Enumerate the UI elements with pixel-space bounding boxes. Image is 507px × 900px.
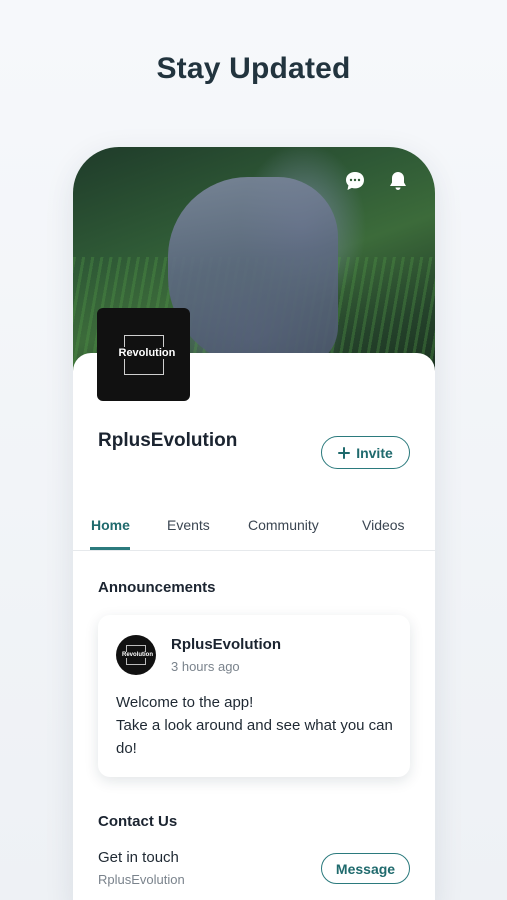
phone-screen: Revolution RplusEvolution Invite Home Ev… [73,147,435,900]
post-body-line-2: Take a look around and see what you can … [116,717,393,757]
message-button[interactable]: Message [321,853,410,884]
post-timestamp: 3 hours ago [171,659,240,674]
contact-name: RplusEvolution [98,872,185,887]
announcements-title: Announcements [98,579,216,596]
tab-bar: Home Events Community Videos [73,507,435,551]
post-body: Welcome to the app! Take a look around a… [116,691,396,760]
logo-text: Revolution [117,346,177,359]
active-tab-indicator [90,547,130,550]
invite-label: Invite [356,444,393,461]
logo-frame: Revolution [117,334,177,375]
tab-home[interactable]: Home [91,517,130,533]
avatar: Revolution [116,635,156,675]
post-author: RplusEvolution [171,636,281,653]
contact-title: Contact Us [98,813,178,830]
site-name: RplusEvolution [98,430,238,451]
announcement-post[interactable]: Revolution RplusEvolution 3 hours ago We… [98,615,410,777]
tab-events[interactable]: Events [167,517,210,533]
cover-dog [168,177,338,367]
tab-videos[interactable]: Videos [362,517,405,533]
chat-bubble-icon[interactable] [343,169,367,193]
post-body-line-1: Welcome to the app! [116,694,254,711]
site-logo: Revolution [97,308,190,401]
invite-button[interactable]: Invite [321,436,410,469]
tab-community[interactable]: Community [248,517,319,533]
page-headline: Stay Updated [156,52,351,85]
plus-icon [338,446,351,459]
avatar-frame: Revolution [122,645,153,665]
avatar-text: Revolution [122,652,153,658]
bell-icon[interactable] [386,169,410,193]
contact-subtitle: Get in touch [98,849,179,866]
